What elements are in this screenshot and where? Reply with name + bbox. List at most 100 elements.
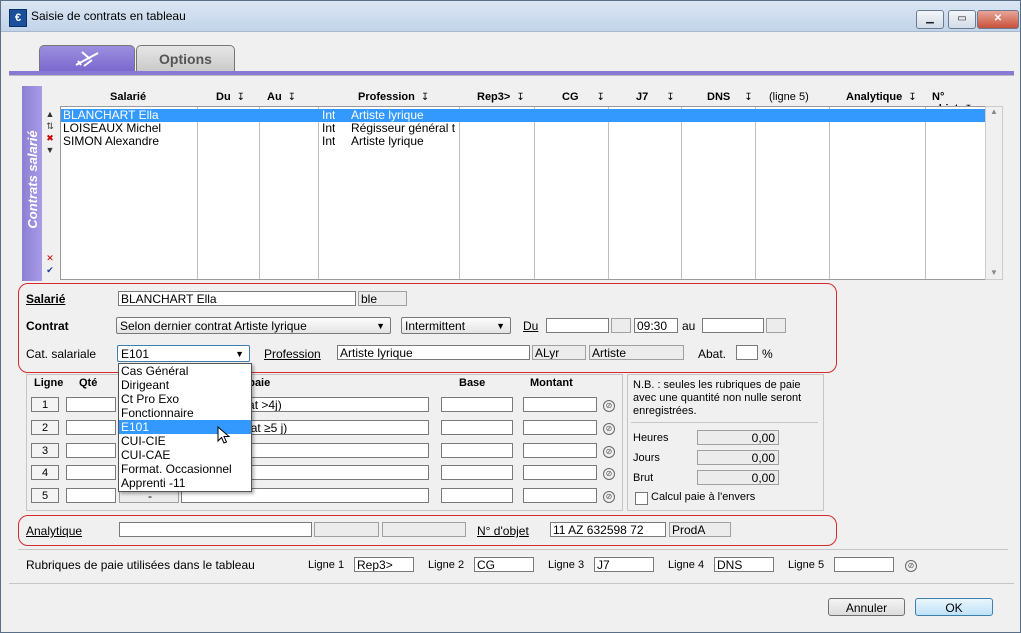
table-row[interactable]: LOISEAUX Michel Int Régisseur général t xyxy=(61,122,985,135)
dropdown-option[interactable]: Cas Général xyxy=(119,364,251,378)
cancel-icon[interactable]: ✕ xyxy=(43,252,57,264)
col-analytique[interactable]: Analytique ↧ xyxy=(846,91,917,103)
cat-dropdown-list[interactable]: Cas Général Dirigeant Ct Pro Exo Fonctio… xyxy=(118,363,252,492)
col-salarie[interactable]: Salarié xyxy=(110,91,146,103)
analytique-label[interactable]: Analytique xyxy=(26,524,82,538)
col-ligne5[interactable]: (ligne 5) xyxy=(769,91,809,103)
nobjet-label[interactable]: N° d'objet xyxy=(477,524,529,538)
clear-line-icon[interactable]: ⊘ xyxy=(603,400,615,412)
cat-label: Cat. salariale xyxy=(26,347,97,361)
analytique-field[interactable] xyxy=(119,522,312,537)
totals-panel: N.B. : seules les rubriques de paie avec… xyxy=(627,374,824,511)
dropdown-option-selected[interactable]: E101 xyxy=(119,420,251,434)
profession-field[interactable]: Artiste lyrique xyxy=(337,345,530,360)
scroll-down-icon[interactable]: ▼ xyxy=(986,268,1002,277)
close-button[interactable]: ✕ xyxy=(977,10,1019,29)
du-time-field[interactable]: 09:30 xyxy=(634,318,678,333)
contrat-type-select[interactable]: Intermittent ▼ xyxy=(401,317,511,334)
du-date-field[interactable] xyxy=(546,318,609,333)
col-du[interactable]: Du ↧ xyxy=(216,91,245,103)
pay-montant-field[interactable] xyxy=(523,488,597,503)
au-date-field[interactable] xyxy=(702,318,764,333)
move-down-icon[interactable]: ▼ xyxy=(43,144,57,156)
clear-line-icon[interactable]: ⊘ xyxy=(603,491,615,503)
nobjet-code-field: ProdA xyxy=(669,522,731,537)
pay-qty-field[interactable] xyxy=(66,488,116,503)
du-label[interactable]: Du xyxy=(523,319,538,333)
delete-row-icon[interactable]: ✖ xyxy=(43,132,57,144)
airplane-icon xyxy=(75,51,99,67)
dropdown-option[interactable]: Dirigeant xyxy=(119,378,251,392)
profession-label[interactable]: Profession xyxy=(264,347,321,361)
clear-line-icon[interactable]: ⊘ xyxy=(603,468,615,480)
pay-base-field[interactable] xyxy=(441,465,513,480)
cancel-button[interactable]: Annuler xyxy=(828,598,905,616)
sort-icon: ↧ xyxy=(908,92,917,103)
dropdown-option[interactable]: Fonctionnaire xyxy=(119,406,251,420)
dropdown-option[interactable]: Ct Pro Exo xyxy=(119,392,251,406)
pay-montant-field[interactable] xyxy=(523,420,597,435)
clear-line-icon[interactable]: ⊘ xyxy=(603,423,615,435)
pay-montant-field[interactable] xyxy=(523,397,597,412)
calc-reverse-checkbox[interactable] xyxy=(635,492,648,505)
col-j7[interactable]: J7 ↧ xyxy=(636,91,675,103)
brut-label: Brut xyxy=(633,472,654,484)
pay-base-field[interactable] xyxy=(441,397,513,412)
salarie-field[interactable]: BLANCHART Ella xyxy=(118,291,356,306)
dropdown-option[interactable]: CUI-CAE xyxy=(119,448,251,462)
tab-options[interactable]: Options xyxy=(136,45,235,72)
pay-qty-field[interactable] xyxy=(66,420,116,435)
salarie-label[interactable]: Salarié xyxy=(26,292,65,306)
window: € Saisie de contrats en tableau ▁ ▭ ✕ Op… xyxy=(0,0,1021,633)
cat-select[interactable]: E101 ▼ xyxy=(117,345,250,362)
col-dns[interactable]: DNS ↧ xyxy=(707,91,753,103)
scroll-up-icon[interactable]: ▲ xyxy=(986,107,1002,116)
sort-icon: ↧ xyxy=(744,92,753,103)
nb-note: N.B. : seules les rubriques de paie avec… xyxy=(633,379,802,417)
minimize-button[interactable]: ▁ xyxy=(916,10,944,29)
tab-main[interactable] xyxy=(39,45,135,72)
app-icon: € xyxy=(9,9,27,27)
pay-base-field[interactable] xyxy=(441,443,513,458)
ligne5-field[interactable] xyxy=(834,557,894,572)
pay-qty-field[interactable] xyxy=(66,443,116,458)
ligne2-field[interactable]: CG xyxy=(474,557,534,572)
sort-icon: ↧ xyxy=(287,92,297,103)
validate-icon[interactable]: ✔ xyxy=(43,264,57,276)
table-row[interactable]: SIMON Alexandre Int Artiste lyrique xyxy=(61,135,985,148)
contracts-grid: ▲ ⇅ ✖ ▼ ✕ ✔ Salarié Du ↧ Au ↧ Profession ↧ … xyxy=(43,86,1003,281)
pay-montant-field[interactable] xyxy=(523,465,597,480)
contrat-select[interactable]: Selon dernier contrat Artiste lyrique ▼ xyxy=(116,317,391,334)
pay-montant-field[interactable] xyxy=(523,443,597,458)
dropdown-option[interactable]: Format. Occasionnel xyxy=(119,462,251,476)
dropdown-option[interactable]: Apprenti -11 xyxy=(119,476,251,490)
abat-field[interactable] xyxy=(736,345,758,360)
ligne1-field[interactable]: Rep3> xyxy=(354,557,414,572)
pay-qty-field[interactable] xyxy=(66,465,116,480)
maximize-button[interactable]: ▭ xyxy=(948,10,976,29)
nobjet-field[interactable]: 11 AZ 632598 72 xyxy=(550,522,666,537)
sort-icon: ↧ xyxy=(596,92,605,103)
pay-line-number: 5 xyxy=(31,488,59,503)
table-row[interactable]: BLANCHART Ella Int Artiste lyrique xyxy=(61,109,985,122)
dropdown-option[interactable]: CUI-CIE xyxy=(119,434,251,448)
clear-rubriques-icon[interactable]: ⊘ xyxy=(905,560,917,572)
pay-base-field[interactable] xyxy=(441,488,513,503)
grid-scrollbar[interactable]: ▲ ▼ xyxy=(985,106,1003,280)
ok-button[interactable]: OK xyxy=(915,598,993,616)
ligne4-field[interactable]: DNS xyxy=(714,557,774,572)
col-rep3[interactable]: Rep3> ↧ xyxy=(477,91,525,103)
insert-icon[interactable]: ⇅ xyxy=(43,120,57,132)
col-au[interactable]: Au ↧ xyxy=(267,91,296,103)
col-profession[interactable]: Profession ↧ xyxy=(358,91,429,103)
pay-qty-field[interactable] xyxy=(66,397,116,412)
profession-short-field: Artiste xyxy=(589,345,684,360)
move-up-icon[interactable]: ▲ xyxy=(43,108,57,120)
col-cg[interactable]: CG ↧ xyxy=(562,91,605,103)
ligne3-field[interactable]: J7 xyxy=(594,557,654,572)
chevron-down-icon: ▼ xyxy=(376,321,385,331)
au-label: au xyxy=(682,319,696,333)
pay-base-field[interactable] xyxy=(441,420,513,435)
chevron-down-icon: ▼ xyxy=(496,321,505,331)
clear-line-icon[interactable]: ⊘ xyxy=(603,446,615,458)
